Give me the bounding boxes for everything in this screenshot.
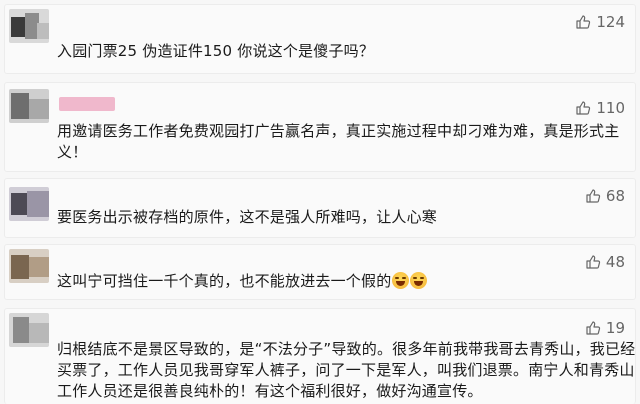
comment-line: 要医务出示被存档的原件，这不是强人所难吗，让人心寒 xyxy=(57,208,438,226)
avatar[interactable] xyxy=(9,9,49,43)
comment-line: 义！ xyxy=(57,143,88,161)
comment-line: 用邀请医务工作者免费观园打广告赢名声，真正实施过程中却刁难为难，真是形式主 xyxy=(57,122,620,140)
thumbs-up-icon xyxy=(575,14,591,30)
comment-card: 要医务出示被存档的原件，这不是强人所难吗，让人心寒 68 xyxy=(4,178,636,238)
thumbs-up-icon xyxy=(585,254,601,270)
avatar[interactable] xyxy=(9,89,49,123)
comment-card: 用邀请医务工作者免费观园打广告赢名声，真正实施过程中却刁难为难，真是形式主 义！… xyxy=(4,82,636,172)
like-count: 68 xyxy=(605,187,625,205)
comment-line-text: 这叫宁可挡住一千个真的，也不能放进去一个假的 xyxy=(57,272,392,290)
comment-card: 入园门票25 伪造证件150 你说这个是傻子吗？ 124 xyxy=(4,4,636,74)
comment-text: 入园门票25 伪造证件150 你说这个是傻子吗？ xyxy=(57,41,374,62)
comment-line: 这叫宁可挡住一千个真的，也不能放进去一个假的 xyxy=(57,271,428,292)
comment-card: 归根结底不是景区导致的，是“不法分子”导致的。很多年前我带我哥去青秀山，我已经 … xyxy=(4,308,636,404)
like-button[interactable]: 48 xyxy=(585,253,625,271)
thumbs-up-icon xyxy=(575,100,591,116)
grin-sweat-emoji xyxy=(392,272,410,289)
like-count: 48 xyxy=(605,253,625,271)
comment-text: 要医务出示被存档的原件，这不是强人所难吗，让人心寒 xyxy=(57,207,437,228)
comment-card: 这叫宁可挡住一千个真的，也不能放进去一个假的 48 xyxy=(4,244,636,300)
avatar[interactable] xyxy=(9,187,49,221)
thumbs-up-icon xyxy=(585,188,601,204)
comment-text: 这叫宁可挡住一千个真的，也不能放进去一个假的 xyxy=(57,271,428,292)
like-count: 19 xyxy=(605,319,625,337)
like-button[interactable]: 19 xyxy=(585,319,625,337)
avatar[interactable] xyxy=(9,313,49,347)
comment-line: 工作人员还是很善良纯朴的！有这个福利很好，做好沟通宣传。 xyxy=(57,382,483,400)
comment-text: 用邀请医务工作者免费观园打广告赢名声，真正实施过程中却刁难为难，真是形式主 义！ xyxy=(57,121,619,163)
like-button[interactable]: 68 xyxy=(585,187,625,205)
username-redacted[interactable] xyxy=(59,97,115,111)
comment-line: 归根结底不是景区导致的，是“不法分子”导致的。很多年前我带我哥去青秀山，我已经 xyxy=(57,340,636,358)
grin-sweat-emoji xyxy=(410,272,428,289)
thumbs-up-icon xyxy=(585,320,601,336)
like-button[interactable]: 124 xyxy=(575,13,625,31)
comment-text: 归根结底不是景区导致的，是“不法分子”导致的。很多年前我带我哥去青秀山，我已经 … xyxy=(57,339,635,402)
comment-line: 入园门票25 伪造证件150 你说这个是傻子吗？ xyxy=(57,42,375,60)
like-button[interactable]: 110 xyxy=(575,99,625,117)
like-count: 124 xyxy=(596,13,625,31)
like-count: 110 xyxy=(596,99,625,117)
avatar[interactable] xyxy=(9,249,49,283)
comment-line: 买票了，工作人员见我哥穿军人裤子，问了一下是军人，叫我们退票。南宁人和青秀山 xyxy=(57,361,635,379)
